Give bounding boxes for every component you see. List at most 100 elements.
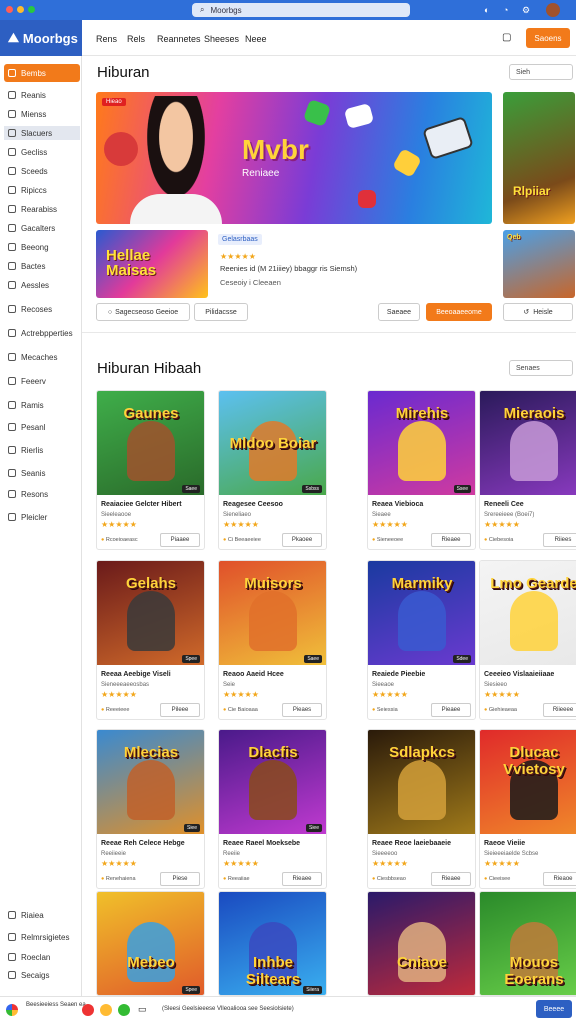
- play-button[interactable]: Riiees: [543, 533, 576, 547]
- play-button[interactable]: Piese: [160, 872, 200, 886]
- sidebar-bottom-item[interactable]: Roeclan: [4, 950, 80, 964]
- game-card[interactable]: Sdlapkcs Reaee Reoe laeiebaaeie Sieeeeoo ★★…: [367, 729, 476, 889]
- close-window-icon[interactable]: [6, 6, 13, 13]
- sidebar-item[interactable]: Beeong: [4, 240, 80, 254]
- sidebar-item[interactable]: Feeerv: [4, 374, 80, 388]
- game-thumbnail[interactable]: Mirehis Ssee: [368, 391, 475, 495]
- game-card[interactable]: Mldoo Boiar Ssbss Reagesee Ceesoo Sieneliae…: [218, 390, 327, 550]
- game-title[interactable]: Reaiede Pieebie: [372, 671, 425, 678]
- sidebar-item[interactable]: Rierlis: [4, 443, 80, 457]
- sidebar-item[interactable]: Sceeds: [4, 164, 80, 178]
- sidebar-bottom-item[interactable]: Secaigs: [4, 968, 80, 982]
- game-card[interactable]: Dlacfis Siee Reaee Raeel Moeksebe Reeiie ★★★…: [218, 729, 327, 889]
- nav-link[interactable]: Rels: [127, 34, 145, 44]
- play-button[interactable]: Pieaes: [282, 703, 322, 717]
- game-thumbnail[interactable]: Muisors Saee: [219, 561, 326, 665]
- game-title[interactable]: Reaee Reoe laeiebaaeie: [372, 840, 451, 847]
- play-button[interactable]: Rieaee: [431, 872, 471, 886]
- game-title[interactable]: Reneeli Cee: [484, 501, 524, 508]
- play-button[interactable]: Riieeee: [543, 703, 576, 717]
- sidebar-item[interactable]: Bactes: [4, 259, 80, 273]
- sidebar-bottom-item[interactable]: Riaiea: [4, 908, 80, 922]
- game-title[interactable]: Reaoo Aaeid Hcee: [223, 671, 284, 678]
- game-thumbnail[interactable]: Gelahs Spee: [97, 561, 204, 665]
- sidebar-item[interactable]: Ramis: [4, 398, 80, 412]
- game-card[interactable]: Inhbe Siltears Siiera: [218, 891, 327, 996]
- sidebar-item[interactable]: Mecaches: [4, 350, 80, 364]
- game-thumbnail[interactable]: Dlacfis Siee: [219, 730, 326, 834]
- game-card[interactable]: Mieraois Reneeli Cee Srereeieee (Boei7) ★★★…: [479, 390, 576, 550]
- game-title[interactable]: Raeoe Vieiie: [484, 840, 525, 847]
- play-button[interactable]: Pieaee: [431, 703, 471, 717]
- sidebar-item[interactable]: Recoses: [4, 302, 80, 316]
- game-card[interactable]: Dlucac Vvietosy Raeoe Vieiie Sieieeeiaelde…: [479, 729, 576, 889]
- play-button[interactable]: Pileee: [160, 703, 200, 717]
- play-button[interactable]: Rieaoe: [543, 872, 576, 886]
- game-thumbnail[interactable]: Mebeo Spee: [97, 892, 204, 995]
- game-card[interactable]: Cniaoe: [367, 891, 476, 996]
- sidebar-bottom-item[interactable]: Relmrsigietes: [4, 930, 80, 944]
- game-thumbnail[interactable]: Lmo Gearde: [480, 561, 576, 665]
- game-thumbnail[interactable]: Mouos Eoerans: [480, 892, 576, 995]
- avatar[interactable]: [546, 3, 560, 17]
- sidebar-item[interactable]: Pleicler: [4, 510, 80, 524]
- secondary-button[interactable]: Saeaee: [378, 303, 420, 321]
- game-card[interactable]: Gelahs Spee Reeaa Aeebige Viseli Sieneeeaee…: [96, 560, 205, 720]
- nav-link[interactable]: Sheeses: [204, 34, 239, 44]
- game-card[interactable]: Muisors Saee Reaoo Aaeid Hcee Seie ★★★★★ ● Ci…: [218, 560, 327, 720]
- app-icon[interactable]: [118, 1004, 130, 1016]
- sidebar-item[interactable]: Pesanl: [4, 420, 80, 434]
- game-title[interactable]: Reaea Viebioca: [372, 501, 423, 508]
- chrome-icon[interactable]: [6, 1004, 18, 1016]
- minimize-window-icon[interactable]: [17, 6, 24, 13]
- sidebar-item[interactable]: Gacalters: [4, 221, 80, 235]
- primary-button[interactable]: Beeoaaeeome: [426, 303, 492, 321]
- game-title[interactable]: Ceeeieo Vislaaieiiaae: [484, 671, 554, 678]
- play-button[interactable]: Rieaee: [431, 533, 471, 547]
- play-button[interactable]: Piaaee: [160, 533, 200, 547]
- sidebar-item[interactable]: Bembs: [4, 64, 80, 82]
- app-icon[interactable]: [82, 1004, 94, 1016]
- side-banner-1[interactable]: Rlpiiar: [503, 92, 575, 224]
- sidebar-item[interactable]: Mienss: [4, 107, 80, 121]
- hero-banner[interactable]: Hieao Mvbr Reniaee: [96, 92, 492, 224]
- game-card[interactable]: Mouos Eoerans: [479, 891, 576, 996]
- sidebar-item[interactable]: Resons: [4, 487, 80, 501]
- game-thumbnail[interactable]: Marmiky Sdee: [368, 561, 475, 665]
- side-banner-2[interactable]: Qeb: [503, 230, 575, 298]
- settings-icon[interactable]: ⚙: [522, 5, 530, 16]
- game-card[interactable]: Marmiky Sdee Reaiede Pieebie Sieeaoe ★★★★★ ● …: [367, 560, 476, 720]
- game-thumbnail[interactable]: Gaunes Saee: [97, 391, 204, 495]
- sidebar-item[interactable]: Ripiccs: [4, 183, 80, 197]
- game-thumbnail[interactable]: Mieraois: [480, 391, 576, 495]
- sidebar-item[interactable]: Rearabiss: [4, 202, 80, 216]
- featured-game-thumb[interactable]: Hellae Maisas: [96, 230, 208, 298]
- game-card[interactable]: Mebeo Spee: [96, 891, 205, 996]
- game-thumbnail[interactable]: Inhbe Siltears Siiera: [219, 892, 326, 995]
- game-title[interactable]: Reeae Reh Celece Hebge: [101, 840, 185, 847]
- address-bar[interactable]: ⌕ Moorbgs: [192, 3, 410, 17]
- login-button[interactable]: Saoens: [526, 28, 570, 48]
- sidebar-item[interactable]: Gecliss: [4, 145, 80, 159]
- footer-button[interactable]: Beeee: [536, 1000, 572, 1018]
- game-title[interactable]: Reagesee Ceesoo: [223, 501, 283, 508]
- maximize-window-icon[interactable]: [28, 6, 35, 13]
- book-icon[interactable]: ▭: [138, 1004, 147, 1015]
- game-thumbnail[interactable]: Cniaoe: [368, 892, 475, 995]
- game-thumbnail[interactable]: Sdlapkcs: [368, 730, 475, 834]
- play-button[interactable]: Pkaoee: [282, 533, 322, 547]
- game-thumbnail[interactable]: Dlucac Vvietosy: [480, 730, 576, 834]
- sidebar-item[interactable]: Seanis: [4, 466, 80, 480]
- game-card[interactable]: Mirehis Ssee Reaea Viebioca Sieaee ★★★★★ ● Si…: [367, 390, 476, 550]
- game-thumbnail[interactable]: Mlecias Siee: [97, 730, 204, 834]
- nav-link[interactable]: Reannetes: [157, 34, 201, 44]
- game-title[interactable]: Reaiaciee Gelcter Hibert: [101, 501, 182, 508]
- play-button[interactable]: Pilidacsse: [194, 303, 248, 321]
- game-card[interactable]: Lmo Gearde Ceeeieo Vislaaieiiaae Siesieeo ★…: [479, 560, 576, 720]
- extension-icon[interactable]: ◐: [484, 5, 489, 15]
- footer-link[interactable]: (Sleesi Geelsieeese Vlleoaliooa see Sees…: [162, 1006, 294, 1012]
- sidebar-item[interactable]: Aessles: [4, 278, 80, 292]
- sidebar-item[interactable]: Actrebpperties: [4, 326, 80, 340]
- app-icon[interactable]: [100, 1004, 112, 1016]
- game-title[interactable]: Reaee Raeel Moeksebe: [223, 840, 300, 847]
